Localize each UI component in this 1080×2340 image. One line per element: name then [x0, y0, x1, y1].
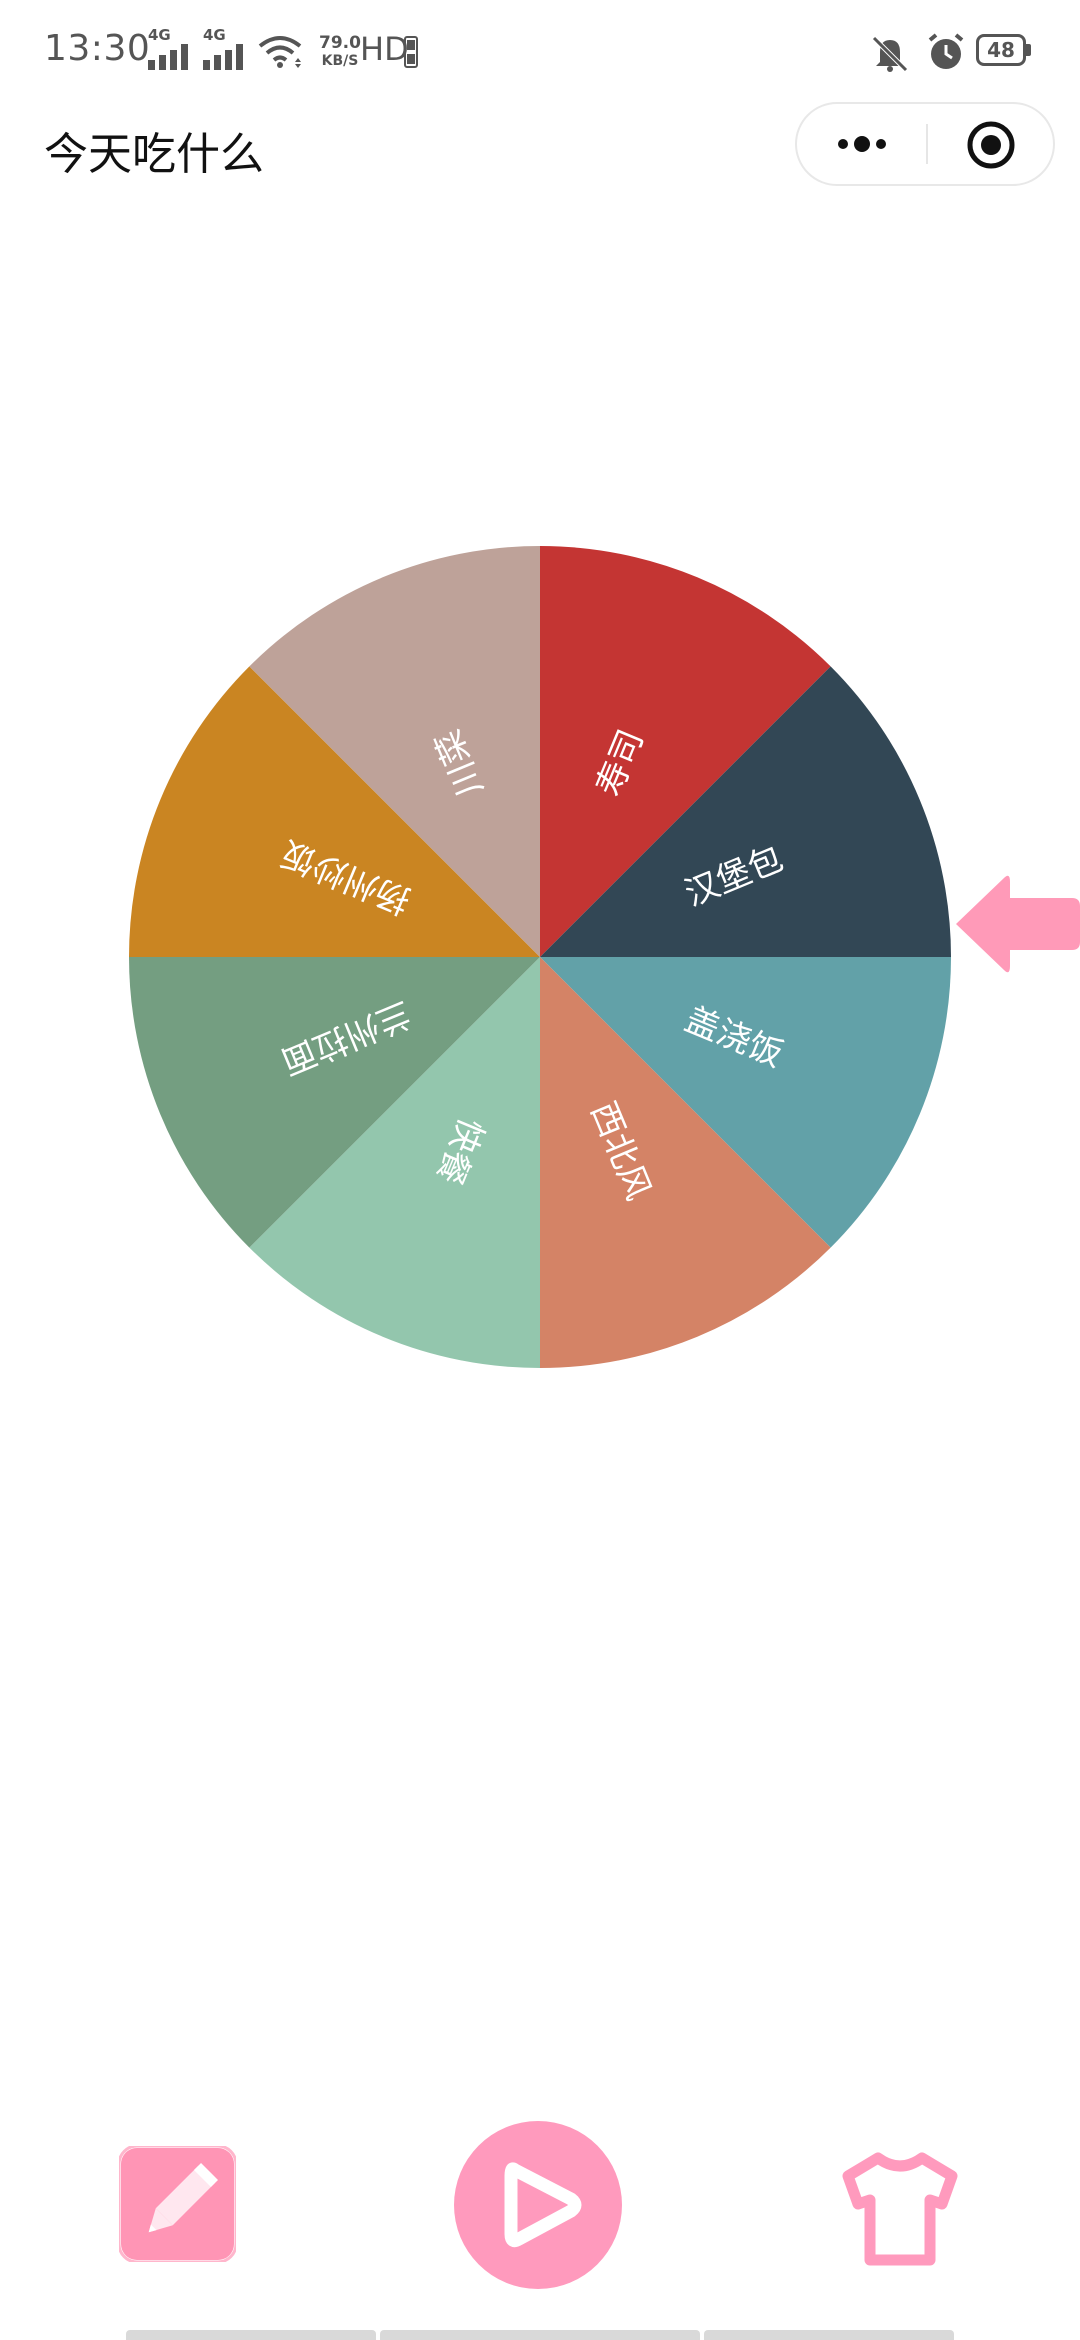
- signal-bars-icon: [148, 44, 188, 70]
- edit-button[interactable]: [117, 2144, 238, 2264]
- more-dots-icon: [838, 136, 886, 152]
- signal-1-label: 4G: [148, 26, 171, 44]
- pencil-icon: [117, 2144, 238, 2264]
- close-button[interactable]: [928, 104, 1057, 184]
- signal-1: 4G: [148, 26, 194, 70]
- page-title: 今天吃什么: [44, 129, 264, 180]
- signal-bars-icon: [203, 44, 243, 70]
- mini-program-capsule: [795, 102, 1055, 186]
- signal-2-label: 4G: [203, 26, 226, 44]
- battery-icon: 48: [976, 34, 1032, 66]
- play-button[interactable]: [453, 2120, 623, 2290]
- signal-2: 4G: [203, 26, 249, 70]
- wifi-icon: [258, 36, 302, 68]
- lucky-wheel[interactable]: 寿司汉堡包盖浇饭西北风快餐兰州拉面扬州炒饭川菜: [128, 545, 952, 1369]
- skin-button[interactable]: [840, 2150, 960, 2266]
- bottom-strip-3: [704, 2330, 954, 2340]
- hd-label: HD: [360, 30, 409, 68]
- wheel-pointer: [956, 875, 1080, 973]
- more-button[interactable]: [797, 104, 926, 184]
- tshirt-icon: [842, 2152, 958, 2266]
- status-bar: 13:30 4G 4G 79.0 KB/S HD 48: [0, 0, 1080, 104]
- alarm-icon: [928, 33, 964, 69]
- bottom-strip-1: [126, 2330, 376, 2340]
- mute-icon: [872, 36, 908, 72]
- target-icon: [967, 121, 1015, 169]
- status-time: 13:30: [44, 28, 151, 69]
- battery-level: 48: [987, 38, 1015, 62]
- play-icon: [454, 2121, 622, 2289]
- sim-icon: [404, 36, 418, 68]
- bottom-strip-2: [380, 2330, 700, 2340]
